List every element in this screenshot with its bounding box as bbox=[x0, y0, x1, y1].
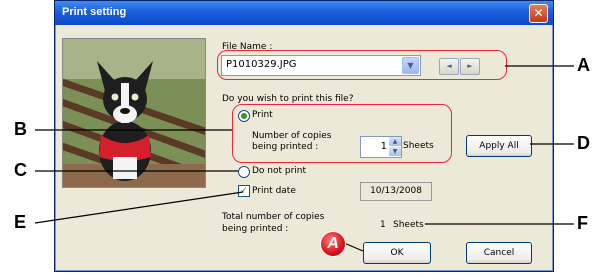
callout-f: F bbox=[577, 213, 588, 233]
callout-a: A bbox=[577, 55, 590, 75]
callout-c: C bbox=[14, 160, 27, 180]
callout-e: E bbox=[14, 212, 27, 232]
callout-d: D bbox=[577, 133, 590, 153]
callout-ok-badge: A bbox=[320, 231, 346, 257]
callout-b: B bbox=[14, 119, 27, 139]
callout-leader-lines bbox=[34, 65, 574, 252]
